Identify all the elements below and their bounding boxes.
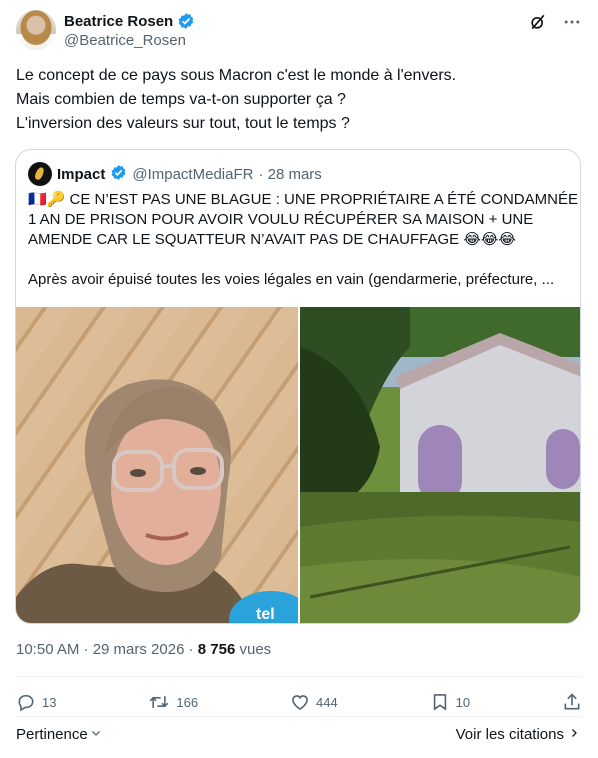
reply-button[interactable]: 13: [16, 692, 56, 712]
tweet-timestamp[interactable]: 10:50 AM · 29 mars 2026 ·: [16, 641, 198, 658]
like-count: 444: [315, 694, 338, 710]
quoted-media: tel: [16, 307, 580, 623]
author-avatar[interactable]: [16, 10, 56, 50]
more-options-icon[interactable]: [562, 12, 582, 32]
repost-button[interactable]: 166: [148, 692, 198, 712]
tweet-header: Beatrice Rosen @Beatrice_Rosen: [16, 10, 582, 54]
tweet-line: L'inversion des valeurs sur tout, tout l…: [16, 115, 350, 132]
author-name[interactable]: Beatrice Rosen: [64, 13, 173, 30]
repost-icon: [148, 692, 170, 712]
heart-icon: [290, 692, 310, 712]
tweet-line: Le concept de ce pays sous Macron c'est …: [16, 67, 457, 84]
chevron-down-icon: [90, 726, 102, 743]
sort-dropdown[interactable]: Pertinence: [16, 726, 102, 743]
tweet-line: Mais combien de temps va-t-on supporter …: [16, 91, 346, 108]
reply-count: 13: [42, 694, 57, 710]
reply-icon: [16, 692, 36, 712]
quoted-tweet-card[interactable]: Impact @ImpactMediaFR · 28 mars 🇫🇷🔑 CE N…: [15, 149, 581, 624]
quoted-tweet-header: Impact @ImpactMediaFR · 28 mars: [28, 162, 322, 186]
bookmark-button[interactable]: 10: [430, 692, 470, 712]
media-photo-house[interactable]: [300, 307, 580, 623]
chevron-right-icon: [568, 726, 580, 743]
views-label: vues: [235, 641, 272, 658]
quoted-text-line: 1 AN DE PRISON POUR AVOIR VOULU RÉCUPÉRE…: [28, 211, 534, 228]
sort-label: Pertinence: [16, 726, 88, 743]
media-photo-woman[interactable]: tel: [16, 307, 298, 623]
divider: [16, 676, 582, 677]
share-icon: [562, 692, 582, 712]
quoted-tweet-text: 🇫🇷🔑 CE N’EST PAS UNE BLAGUE : UNE PROPRI…: [28, 190, 581, 290]
views-count: 8 756: [197, 641, 236, 658]
bookmark-icon: [430, 692, 450, 712]
divider: [16, 716, 582, 717]
like-button[interactable]: 444: [290, 692, 338, 712]
grok-icon[interactable]: [528, 12, 548, 32]
quoted-author-name: Impact: [57, 165, 106, 183]
svg-text:tel: tel: [256, 606, 275, 623]
share-button[interactable]: [562, 692, 582, 712]
header-icons: [528, 12, 582, 32]
tweet-text: Le concept de ce pays sous Macron c'est …: [16, 64, 582, 136]
citations-label: Voir les citations: [455, 726, 564, 743]
verified-badge-icon: [177, 12, 195, 30]
quoted-tweet-date: · 28 mars: [258, 165, 322, 183]
bookmark-count: 10: [455, 694, 471, 710]
quoted-text-more: Après avoir épuisé toutes les voies léga…: [28, 271, 555, 288]
quoted-author-handle: @ImpactMediaFR: [132, 165, 254, 183]
view-citations-link[interactable]: Voir les citations: [456, 726, 580, 743]
verified-badge-icon: [110, 164, 127, 185]
repost-count: 166: [176, 694, 199, 710]
action-bar: 13 166 444 10: [16, 690, 582, 714]
author-handle[interactable]: @Beatrice_Rosen: [64, 32, 186, 49]
tweet-meta: 10:50 AM · 29 mars 2026 · 8 756 vues: [16, 641, 271, 658]
quoted-author-avatar: [28, 162, 52, 186]
quoted-text-line: 🇫🇷🔑 CE N’EST PAS UNE BLAGUE : UNE PROPRI…: [28, 191, 581, 208]
quoted-text-line: AMENDE CAR LE SQUATTEUR N’AVAIT PAS DE C…: [28, 231, 516, 248]
author-name-row: Beatrice Rosen: [64, 12, 195, 30]
